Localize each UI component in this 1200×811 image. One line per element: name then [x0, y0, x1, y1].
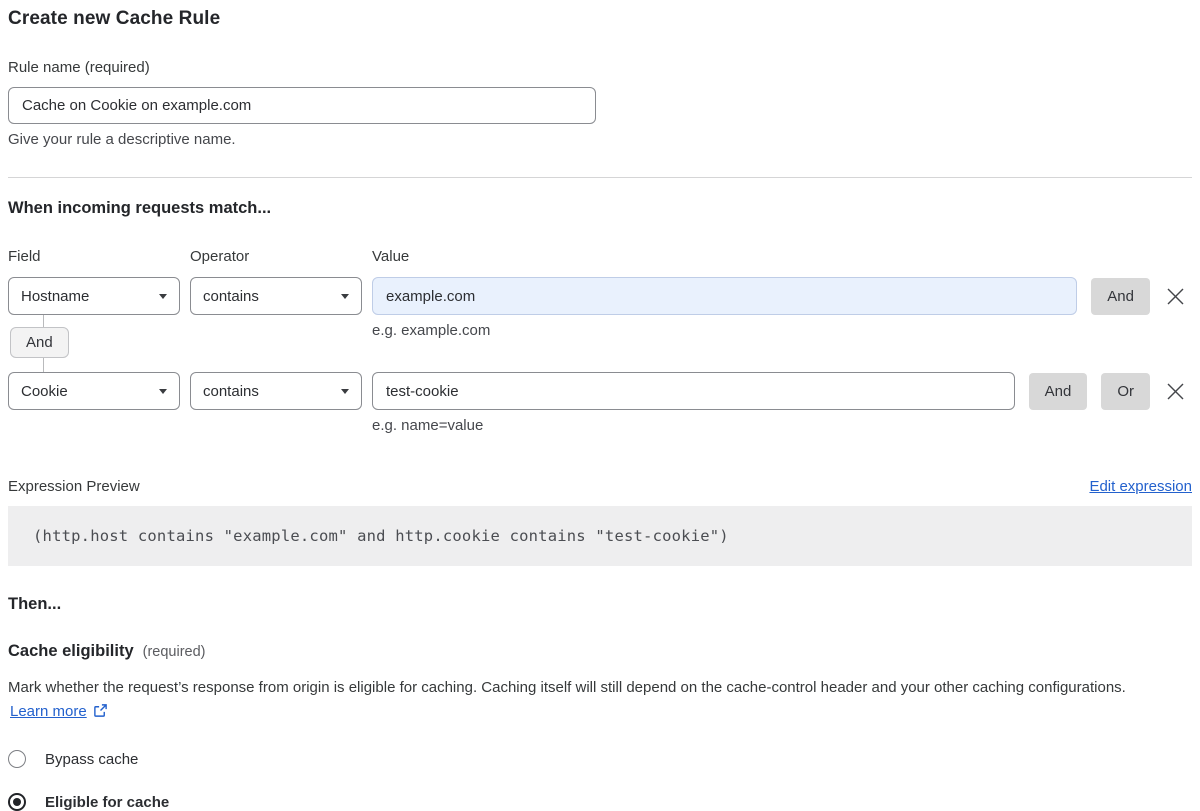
field-select-1-value: Hostname — [21, 288, 89, 305]
field-select-2-value: Cookie — [21, 383, 68, 400]
cache-eligibility-heading: Cache eligibility (required) — [8, 642, 1192, 661]
operator-select-2-value: contains — [203, 383, 259, 400]
field-select-2[interactable]: Cookie — [8, 372, 180, 410]
edit-expression-link[interactable]: Edit expression — [1089, 478, 1192, 495]
connector-zone: And e.g. example.com — [8, 315, 1192, 372]
close-icon — [1166, 287, 1185, 306]
learn-more-link[interactable]: Learn more — [10, 703, 87, 720]
required-note: (required) — [143, 644, 206, 660]
close-icon — [1166, 382, 1185, 401]
section-divider — [8, 177, 1192, 178]
remove-condition-2-button[interactable] — [1158, 372, 1192, 410]
or-button-row-2[interactable]: Or — [1101, 373, 1150, 410]
field-column-label: Field — [8, 248, 190, 265]
description-text: Mark whether the request’s response from… — [8, 679, 1126, 696]
radio-option-eligible-for-cache[interactable]: Eligible for cache — [8, 793, 1192, 811]
value-input-2[interactable] — [372, 372, 1015, 410]
cache-eligibility-title: Cache eligibility — [8, 642, 134, 661]
operator-column-label: Operator — [190, 248, 372, 265]
then-heading: Then... — [8, 595, 1192, 614]
expression-header: Expression Preview Edit expression — [8, 478, 1192, 495]
rule-name-input[interactable] — [8, 87, 596, 124]
radio-label: Eligible for cache — [45, 794, 169, 811]
value-helper-2: e.g. name=value — [372, 417, 1192, 434]
radio-icon — [8, 750, 26, 768]
radio-label: Bypass cache — [45, 751, 138, 768]
condition-row-2: Cookie contains And Or — [8, 372, 1192, 410]
operator-select-1-value: contains — [203, 288, 259, 305]
match-heading: When incoming requests match... — [8, 199, 1192, 218]
chevron-down-icon — [341, 294, 349, 299]
value-input-1[interactable] — [372, 277, 1077, 315]
external-link-icon — [93, 703, 108, 718]
and-button-row-1[interactable]: And — [1091, 278, 1150, 315]
condition-column-headers: Field Operator Value — [8, 248, 1192, 265]
radio-option-bypass-cache[interactable]: Bypass cache — [8, 750, 1192, 768]
cache-eligibility-description: Mark whether the request’s response from… — [8, 676, 1168, 724]
field-select-1[interactable]: Hostname — [8, 277, 180, 315]
radio-icon-selected — [8, 793, 26, 811]
rule-name-group: Rule name (required) Give your rule a de… — [8, 59, 1192, 148]
connector-and-button[interactable]: And — [10, 327, 69, 358]
condition-row-1: Hostname contains And — [8, 277, 1192, 315]
and-button-row-2[interactable]: And — [1029, 373, 1088, 410]
expression-preview-label: Expression Preview — [8, 478, 140, 495]
rule-name-label: Rule name (required) — [8, 59, 150, 76]
value-helper-1: e.g. example.com — [372, 322, 490, 339]
expression-code: (http.host contains "example.com" and ht… — [8, 506, 1192, 566]
operator-select-1[interactable]: contains — [190, 277, 362, 315]
chevron-down-icon — [341, 389, 349, 394]
value-column-label: Value — [372, 248, 409, 265]
rule-name-helper: Give your rule a descriptive name. — [8, 131, 1192, 148]
page-title: Create new Cache Rule — [8, 8, 1192, 30]
chevron-down-icon — [159, 294, 167, 299]
remove-condition-1-button[interactable] — [1158, 277, 1192, 315]
operator-select-2[interactable]: contains — [190, 372, 362, 410]
chevron-down-icon — [159, 389, 167, 394]
